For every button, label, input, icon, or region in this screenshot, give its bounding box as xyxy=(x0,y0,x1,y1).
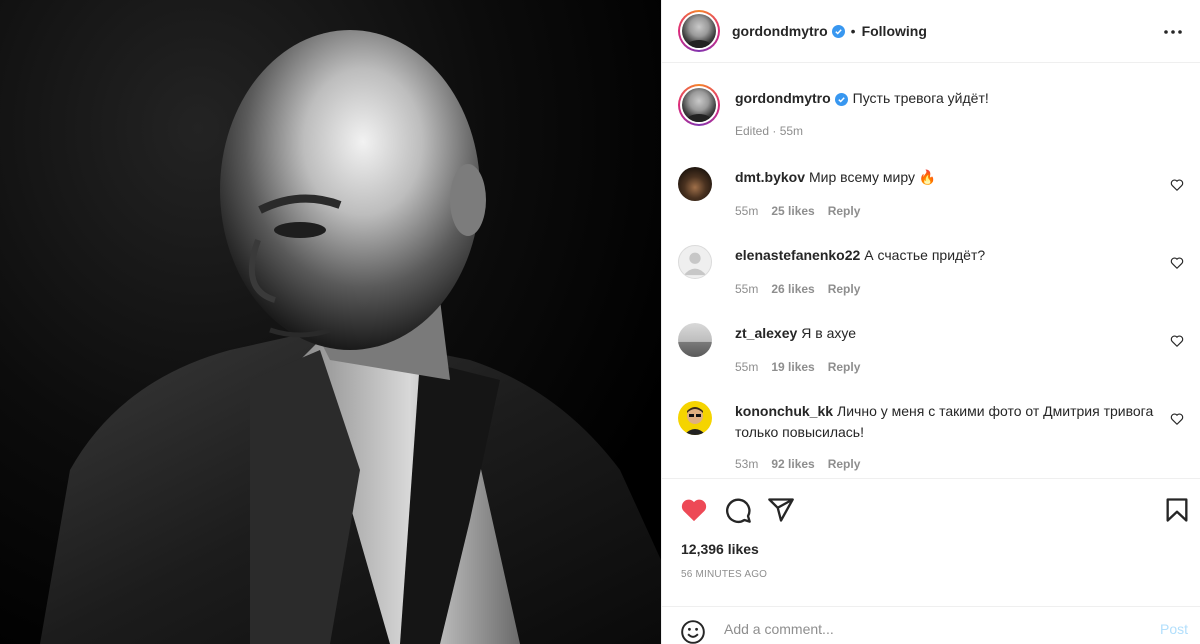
comment-time: 53m xyxy=(735,457,759,471)
verified-icon xyxy=(834,93,848,106)
comment-username[interactable]: zt_alexey xyxy=(735,325,797,341)
post-actions: 12,396 likes 56 MINUTES AGO Post xyxy=(662,478,1200,644)
author-username[interactable]: gordondmytro xyxy=(732,23,828,39)
comment-username[interactable]: kononchuk_kk xyxy=(735,403,833,419)
portrait-image xyxy=(40,30,661,644)
author-avatar-image xyxy=(682,14,716,48)
following-button[interactable]: Following xyxy=(862,23,927,39)
comment-username[interactable]: dmt.bykov xyxy=(735,169,805,185)
caption-text-block: gordondmytro Пусть тревога уйдёт! xyxy=(735,88,1155,109)
caption-meta: Edited · 55m xyxy=(735,124,803,138)
comment-input[interactable] xyxy=(724,617,1124,641)
caption-username[interactable]: gordondmytro xyxy=(735,90,831,106)
post-comment-button[interactable]: Post xyxy=(1160,621,1188,637)
reply-button[interactable]: Reply xyxy=(828,204,861,218)
emoji-icon[interactable] xyxy=(680,619,706,644)
caption-avatar[interactable] xyxy=(678,84,720,126)
comment-likes[interactable]: 92 likes xyxy=(771,457,814,471)
more-options-icon[interactable] xyxy=(1161,20,1185,44)
comments-list[interactable]: gordondmytro Пусть тревога уйдёт! Edited … xyxy=(662,64,1200,478)
heart-small-icon[interactable] xyxy=(1170,178,1184,192)
comment-text: А счастье придёт? xyxy=(864,247,986,263)
comment-time: 55m xyxy=(735,282,759,296)
comment-likes[interactable]: 26 likes xyxy=(771,282,814,296)
comment-username[interactable]: elenastefanenko22 xyxy=(735,247,860,263)
commenter-avatar[interactable] xyxy=(678,245,712,279)
comment-meta: 55m 26 likes Reply xyxy=(735,282,860,296)
heart-filled-icon[interactable] xyxy=(680,496,708,524)
caption-text: Пусть тревога уйдёт! xyxy=(852,90,989,106)
comment-text: Мир всему миру 🔥 xyxy=(809,169,937,185)
reply-button[interactable]: Reply xyxy=(828,360,861,374)
share-icon[interactable] xyxy=(767,496,795,524)
comment-meta: 55m 25 likes Reply xyxy=(735,204,860,218)
separator-dot: • xyxy=(850,23,856,39)
heart-small-icon[interactable] xyxy=(1170,334,1184,348)
heart-small-icon[interactable] xyxy=(1170,412,1184,426)
comment-time: 55m xyxy=(735,360,759,374)
reply-button[interactable]: Reply xyxy=(828,457,861,471)
post-sidebar: gordondmytro • Following gordondmytro Пус… xyxy=(661,0,1200,644)
bookmark-icon[interactable] xyxy=(1163,496,1191,524)
commenter-avatar[interactable] xyxy=(678,323,712,357)
comment-meta: 55m 19 likes Reply xyxy=(735,360,860,374)
author-avatar[interactable] xyxy=(678,10,720,52)
comment-text: Я в ахуе xyxy=(801,325,857,341)
post-time: 56 MINUTES AGO xyxy=(681,569,768,580)
commenter-avatar[interactable] xyxy=(678,167,712,201)
comment-icon[interactable] xyxy=(724,496,752,524)
edited-label: Edited · 55m xyxy=(735,124,804,138)
likes-count[interactable]: 12,396 likes xyxy=(681,541,759,557)
post-photo[interactable] xyxy=(0,0,661,644)
comment-likes[interactable]: 19 likes xyxy=(771,360,814,374)
commenter-avatar[interactable] xyxy=(678,401,712,435)
comment-likes[interactable]: 25 likes xyxy=(771,204,814,218)
comment-time: 55m xyxy=(735,204,759,218)
comment-composer: Post xyxy=(662,606,1200,644)
comment-meta: 53m 92 likes Reply xyxy=(735,457,860,471)
reply-button[interactable]: Reply xyxy=(828,282,861,296)
verified-icon xyxy=(831,24,845,38)
post-header: gordondmytro • Following xyxy=(662,0,1200,63)
heart-small-icon[interactable] xyxy=(1170,256,1184,270)
